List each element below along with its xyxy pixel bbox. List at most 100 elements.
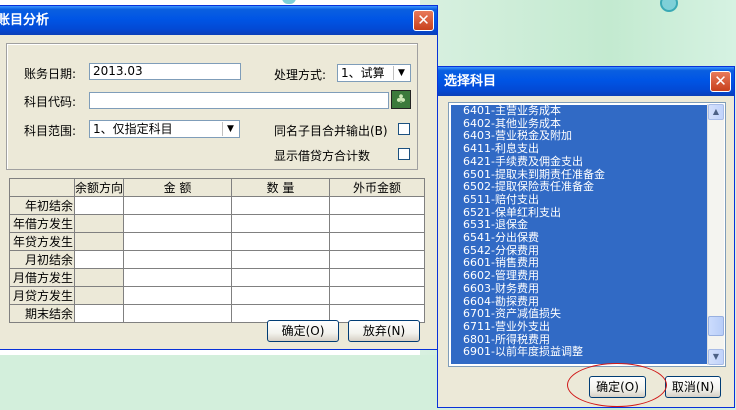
- select-subject-dialog: 选择科目 ✕ 6401-主营业务成本 6402-其他业务成本 6403-营业税金及附…: [437, 66, 735, 408]
- dialog-title: 账目分析: [0, 13, 50, 28]
- list-item[interactable]: 6901-以前年度损益调整: [463, 346, 583, 358]
- subject-list[interactable]: 6401-主营业务成本 6402-其他业务成本 6403-营业税金及附加 6411-利…: [448, 102, 726, 367]
- scroll-thumb[interactable]: [708, 316, 724, 336]
- list-item[interactable]: 6531-退保金: [463, 219, 528, 231]
- table-row: 年借方发生: [9, 214, 425, 233]
- table-cell[interactable]: [231, 250, 331, 269]
- row-label: 月贷方发生: [9, 286, 75, 305]
- desktop-background-strip: [0, 355, 440, 410]
- list-item[interactable]: 6403-营业税金及附加: [463, 130, 572, 142]
- table-header-direction: 余额方向: [73, 178, 125, 197]
- table-cell: [73, 214, 125, 233]
- list-item[interactable]: 6542-分保费用: [463, 244, 539, 257]
- table-cell[interactable]: [231, 196, 331, 215]
- confirm-button[interactable]: 确定(O): [267, 320, 339, 342]
- cancel-button[interactable]: 取消(N): [665, 376, 721, 398]
- row-label: 月初结余: [9, 250, 75, 269]
- table-cell[interactable]: [73, 304, 125, 323]
- table-cell[interactable]: [73, 196, 125, 215]
- list-item[interactable]: 6604-勘探费用: [463, 295, 539, 308]
- code-field[interactable]: [89, 92, 389, 109]
- chevron-down-icon[interactable]: ▼: [222, 122, 238, 136]
- range-select[interactable]: 1、仅指定科目 ▼: [89, 120, 240, 138]
- merge-checkbox[interactable]: [398, 123, 410, 135]
- desktop-shape-decoration: [282, 0, 296, 4]
- scroll-down-icon[interactable]: ▼: [708, 349, 724, 365]
- tree-icon[interactable]: ♣: [391, 90, 411, 109]
- row-label: 年初结余: [9, 196, 75, 215]
- range-value: 1、仅指定科目: [93, 122, 173, 136]
- table-cell[interactable]: [329, 268, 425, 287]
- scroll-up-icon[interactable]: ▲: [708, 104, 724, 120]
- table-row: 年初结余: [9, 196, 425, 215]
- table-cell[interactable]: [329, 196, 425, 215]
- row-label: 年贷方发生: [9, 232, 75, 251]
- table-cell[interactable]: [329, 250, 425, 269]
- row-label: 期末结余: [9, 304, 75, 323]
- list-item[interactable]: 6701-资产减值损失: [463, 308, 561, 320]
- method-select[interactable]: 1、试算 ▼: [337, 64, 411, 82]
- list-item[interactable]: 6711-营业外支出: [463, 320, 550, 333]
- list-item[interactable]: 6421-手续费及佣金支出: [463, 155, 583, 168]
- table-cell[interactable]: [329, 214, 425, 233]
- table-cell[interactable]: [123, 232, 233, 251]
- list-item[interactable]: 6502-提取保险责任准备金: [463, 181, 594, 193]
- list-item[interactable]: 6411-利息支出: [463, 143, 539, 155]
- date-label: 账务日期:: [24, 67, 77, 81]
- list-item[interactable]: 6602-管理费用: [463, 270, 539, 282]
- table-cell[interactable]: [123, 286, 233, 305]
- table-cell[interactable]: [123, 304, 233, 323]
- table-header-foreign: 外币金额: [329, 178, 425, 197]
- table-cell[interactable]: [231, 286, 331, 305]
- list-item[interactable]: 6511-赔付支出: [463, 193, 539, 206]
- table-header-amount: 金 额: [123, 178, 233, 197]
- table-cell[interactable]: [231, 232, 331, 251]
- table-cell[interactable]: [123, 250, 233, 269]
- table-cell[interactable]: [231, 268, 331, 287]
- close-icon[interactable]: ✕: [413, 10, 434, 31]
- table-cell[interactable]: [329, 286, 425, 305]
- table-row: 月初结余: [9, 250, 425, 269]
- table-cell: [73, 232, 125, 251]
- table-cell: [73, 286, 125, 305]
- table-row: 月贷方发生: [9, 286, 425, 305]
- table-row: 月借方发生: [9, 268, 425, 287]
- table-header-row: 余额方向 金 额 数 量 外币金额: [9, 178, 425, 197]
- list-item[interactable]: 6501-提取未到期责任准备金: [463, 168, 605, 181]
- table-cell[interactable]: [123, 214, 233, 233]
- account-analysis-dialog: 账目分析 ✕ 账务日期: 2013.03 处理方式: 1、试算 ▼ 科目代码: …: [0, 5, 438, 350]
- close-icon[interactable]: ✕: [710, 71, 731, 92]
- show-total-checkbox[interactable]: [398, 148, 410, 160]
- dialog-title: 选择科目: [444, 74, 497, 89]
- table-cell[interactable]: [231, 214, 331, 233]
- discard-button[interactable]: 放弃(N): [348, 320, 420, 342]
- show-total-label: 显示借贷方合计数: [274, 149, 371, 163]
- select-subject-titlebar[interactable]: 选择科目 ✕: [438, 67, 734, 96]
- list-item[interactable]: 6601-销售费用: [463, 257, 539, 269]
- balance-table: 余额方向 金 额 数 量 外币金额 年初结余 年借方发生 年贷方发生 月初结余 …: [9, 178, 425, 323]
- highlight-circle-annotation: [567, 363, 667, 407]
- list-item[interactable]: 6521-保单红利支出: [463, 206, 561, 219]
- list-item[interactable]: 6402-其他业务成本: [463, 117, 561, 130]
- code-label: 科目代码:: [24, 95, 77, 109]
- method-label: 处理方式:: [274, 68, 327, 82]
- list-item[interactable]: 6801-所得税费用: [463, 333, 550, 346]
- date-field[interactable]: 2013.03: [89, 63, 241, 80]
- range-label: 科目范围:: [24, 124, 77, 138]
- table-cell[interactable]: [123, 196, 233, 215]
- table-cell[interactable]: [123, 268, 233, 287]
- table-header-corner: [9, 178, 75, 197]
- table-header-quantity: 数 量: [231, 178, 331, 197]
- list-item[interactable]: 6603-财务费用: [463, 282, 539, 295]
- table-cell[interactable]: [73, 250, 125, 269]
- row-label: 年借方发生: [9, 214, 75, 233]
- list-item[interactable]: 6541-分出保费: [463, 232, 539, 244]
- table-cell: [73, 268, 125, 287]
- method-value: 1、试算: [341, 66, 385, 80]
- account-analysis-titlebar[interactable]: 账目分析 ✕: [0, 6, 437, 35]
- merge-label: 同名子目合并输出(B): [274, 124, 388, 138]
- list-item[interactable]: 6401-主营业务成本: [463, 105, 561, 117]
- chevron-down-icon[interactable]: ▼: [393, 66, 409, 80]
- vertical-scrollbar[interactable]: ▲ ▼: [707, 104, 724, 365]
- table-cell[interactable]: [329, 232, 425, 251]
